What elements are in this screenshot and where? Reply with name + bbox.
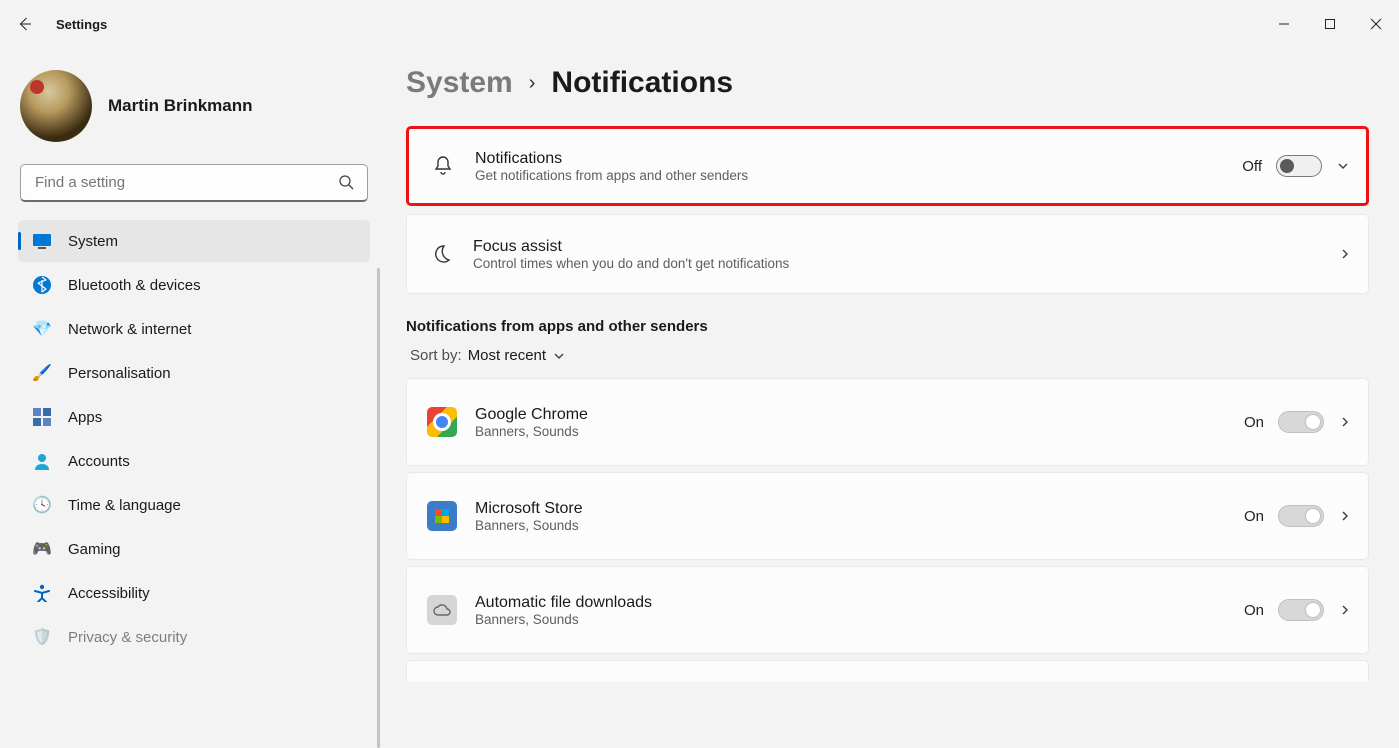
app-name: Microsoft Store	[475, 500, 1226, 518]
search-icon	[338, 174, 354, 190]
app-title: Settings	[56, 17, 107, 32]
nav-privacy[interactable]: 🛡️ Privacy & security	[18, 616, 370, 658]
bluetooth-icon	[32, 275, 52, 295]
nav-label: Network & internet	[68, 321, 191, 338]
moon-icon	[427, 240, 455, 268]
back-button[interactable]	[16, 15, 34, 33]
main-content: System › Notifications Notifications Get…	[380, 48, 1399, 728]
nav-label: Privacy & security	[68, 629, 187, 646]
nav-time[interactable]: 🕓 Time & language	[18, 484, 370, 526]
app-sub: Banners, Sounds	[475, 424, 1226, 439]
notifications-card[interactable]: Notifications Get notifications from app…	[406, 126, 1369, 206]
app-sub: Banners, Sounds	[475, 612, 1226, 627]
chevron-right-icon[interactable]	[1338, 603, 1352, 617]
card-title: Notifications	[475, 150, 1224, 168]
notifications-toggle[interactable]	[1276, 155, 1322, 177]
nav-personalisation[interactable]: 🖌️ Personalisation	[18, 352, 370, 394]
close-button[interactable]	[1353, 8, 1399, 40]
breadcrumb-parent[interactable]: System	[406, 66, 513, 100]
chrome-icon	[427, 407, 457, 437]
search-input[interactable]	[20, 164, 368, 202]
toggle-state-label: On	[1244, 602, 1264, 619]
nav: System Bluetooth & devices 💎 Network & i…	[18, 220, 370, 658]
nav-label: Personalisation	[68, 365, 171, 382]
gaming-icon: 🎮	[32, 539, 52, 559]
app-name: Google Chrome	[475, 406, 1226, 424]
minimize-button[interactable]	[1261, 8, 1307, 40]
app-toggle[interactable]	[1278, 599, 1324, 621]
card-title: Focus assist	[473, 238, 1320, 256]
chevron-right-icon[interactable]	[1338, 247, 1352, 261]
msstore-icon	[427, 501, 457, 531]
nav-label: Apps	[68, 409, 102, 426]
app-name: Automatic file downloads	[475, 594, 1226, 612]
nav-gaming[interactable]: 🎮 Gaming	[18, 528, 370, 570]
breadcrumb-current: Notifications	[551, 66, 733, 100]
app-toggle[interactable]	[1278, 505, 1324, 527]
focus-assist-card[interactable]: Focus assist Control times when you do a…	[406, 214, 1369, 294]
chevron-right-icon[interactable]	[1338, 415, 1352, 429]
sort-label: Sort by:	[410, 347, 462, 364]
app-card-downloads[interactable]: Automatic file downloads Banners, Sounds…	[406, 566, 1369, 654]
nav-accounts[interactable]: Accounts	[18, 440, 370, 482]
nav-label: Gaming	[68, 541, 121, 558]
accessibility-icon	[32, 583, 52, 603]
nav-label: Time & language	[68, 497, 181, 514]
chevron-down-icon	[552, 349, 566, 363]
maximize-button[interactable]	[1307, 8, 1353, 40]
sort-by-dropdown[interactable]: Sort by: Most recent	[406, 347, 1369, 364]
nav-system[interactable]: System	[18, 220, 370, 262]
nav-label: Accessibility	[68, 585, 150, 602]
toggle-state-label: On	[1244, 414, 1264, 431]
nav-accessibility[interactable]: Accessibility	[18, 572, 370, 614]
nav-label: Accounts	[68, 453, 130, 470]
sidebar: Martin Brinkmann System Bluetooth & devi…	[0, 48, 380, 728]
user-name: Martin Brinkmann	[108, 96, 253, 116]
time-icon: 🕓	[32, 495, 52, 515]
app-toggle[interactable]	[1278, 411, 1324, 433]
nav-bluetooth[interactable]: Bluetooth & devices	[18, 264, 370, 306]
app-card-partial[interactable]	[406, 660, 1369, 682]
apps-icon	[32, 407, 52, 427]
app-card-chrome[interactable]: Google Chrome Banners, Sounds On	[406, 378, 1369, 466]
app-card-msstore[interactable]: Microsoft Store Banners, Sounds On	[406, 472, 1369, 560]
nav-apps[interactable]: Apps	[18, 396, 370, 438]
cloud-icon	[427, 595, 457, 625]
personalisation-icon: 🖌️	[32, 363, 52, 383]
nav-label: Bluetooth & devices	[68, 277, 201, 294]
chevron-down-icon[interactable]	[1336, 159, 1350, 173]
avatar	[20, 70, 92, 142]
nav-label: System	[68, 233, 118, 250]
toggle-state-label: On	[1244, 508, 1264, 525]
window-controls	[1261, 8, 1399, 40]
bell-icon	[429, 152, 457, 180]
accounts-icon	[32, 451, 52, 471]
toggle-state-label: Off	[1242, 158, 1262, 175]
sort-value: Most recent	[468, 347, 546, 364]
section-title: Notifications from apps and other sender…	[406, 318, 1369, 335]
card-subtitle: Get notifications from apps and other se…	[475, 168, 1224, 183]
user-block[interactable]: Martin Brinkmann	[18, 66, 370, 164]
app-sub: Banners, Sounds	[475, 518, 1226, 533]
system-icon	[32, 231, 52, 251]
privacy-icon: 🛡️	[32, 627, 52, 647]
scrollbar[interactable]	[377, 268, 380, 748]
chevron-right-icon: ›	[529, 72, 536, 95]
chevron-right-icon[interactable]	[1338, 509, 1352, 523]
network-icon: 💎	[32, 319, 52, 339]
titlebar: Settings	[0, 0, 1399, 48]
card-subtitle: Control times when you do and don't get …	[473, 256, 1320, 271]
nav-network[interactable]: 💎 Network & internet	[18, 308, 370, 350]
breadcrumb: System › Notifications	[406, 66, 1369, 100]
